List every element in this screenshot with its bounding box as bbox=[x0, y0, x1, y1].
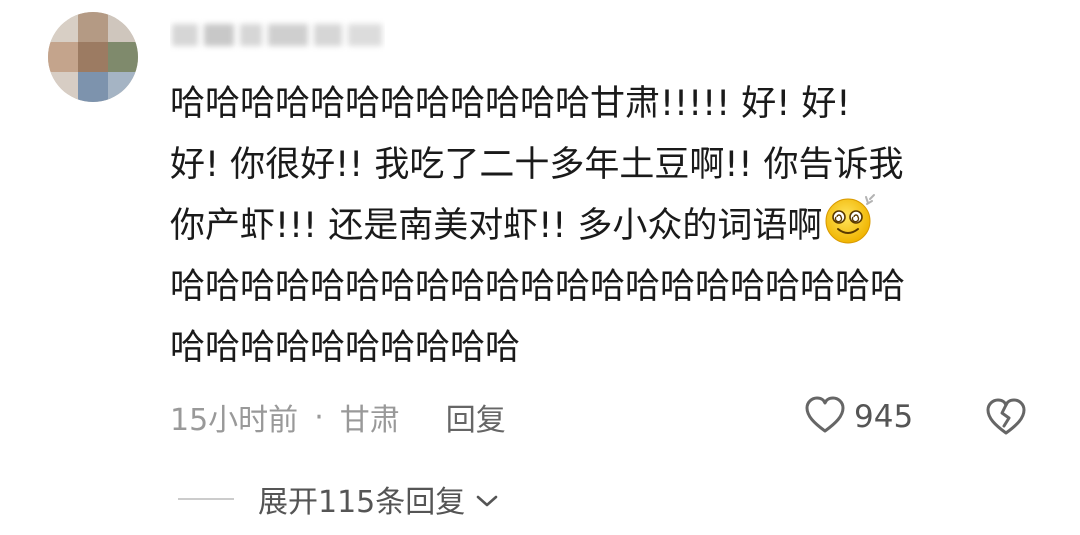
comment-line-5: 哈哈哈哈哈哈哈哈哈哈 bbox=[170, 328, 521, 368]
chevron-down-icon bbox=[475, 482, 499, 517]
reply-button[interactable]: 回复 bbox=[446, 395, 506, 439]
comment-line-4: 哈哈哈哈哈哈哈哈哈哈哈哈哈哈哈哈哈哈哈哈哈 bbox=[170, 267, 906, 307]
comment-meta: 15小时前 · 甘肃 回复 bbox=[170, 392, 506, 442]
comment-location: 甘肃 bbox=[339, 403, 400, 438]
comment-line-2: 好! 你很好!! 我吃了二十多年土豆啊!! 你告诉我 bbox=[170, 145, 904, 185]
comment-text: 哈哈哈哈哈哈哈哈哈哈哈哈甘肃!!!!! 好! 好! 好! 你很好!! 我吃了二十… bbox=[170, 74, 1050, 379]
heart-icon bbox=[804, 395, 846, 439]
expand-replies-label: 展开115条回复 bbox=[258, 485, 466, 520]
like-count: 945 bbox=[854, 399, 914, 435]
like-button[interactable]: 945 bbox=[804, 394, 913, 440]
expand-replies-button[interactable]: 展开115条回复 bbox=[178, 476, 499, 522]
dislike-button[interactable] bbox=[984, 396, 1028, 438]
expand-divider bbox=[178, 498, 234, 500]
broken-heart-icon bbox=[984, 398, 1028, 442]
avatar[interactable] bbox=[48, 12, 138, 102]
comment-line-1: 哈哈哈哈哈哈哈哈哈哈哈哈甘肃!!!!! 好! 好! bbox=[170, 84, 851, 124]
meta-separator: · bbox=[314, 399, 324, 435]
dizzy-smile-emoji-icon bbox=[822, 194, 876, 245]
comment-time: 15小时前 bbox=[170, 403, 299, 438]
username-blurred[interactable] bbox=[170, 18, 385, 52]
comment-line-3: 你产虾!!! 还是南美对虾!! 多小众的词语啊 bbox=[170, 206, 823, 246]
